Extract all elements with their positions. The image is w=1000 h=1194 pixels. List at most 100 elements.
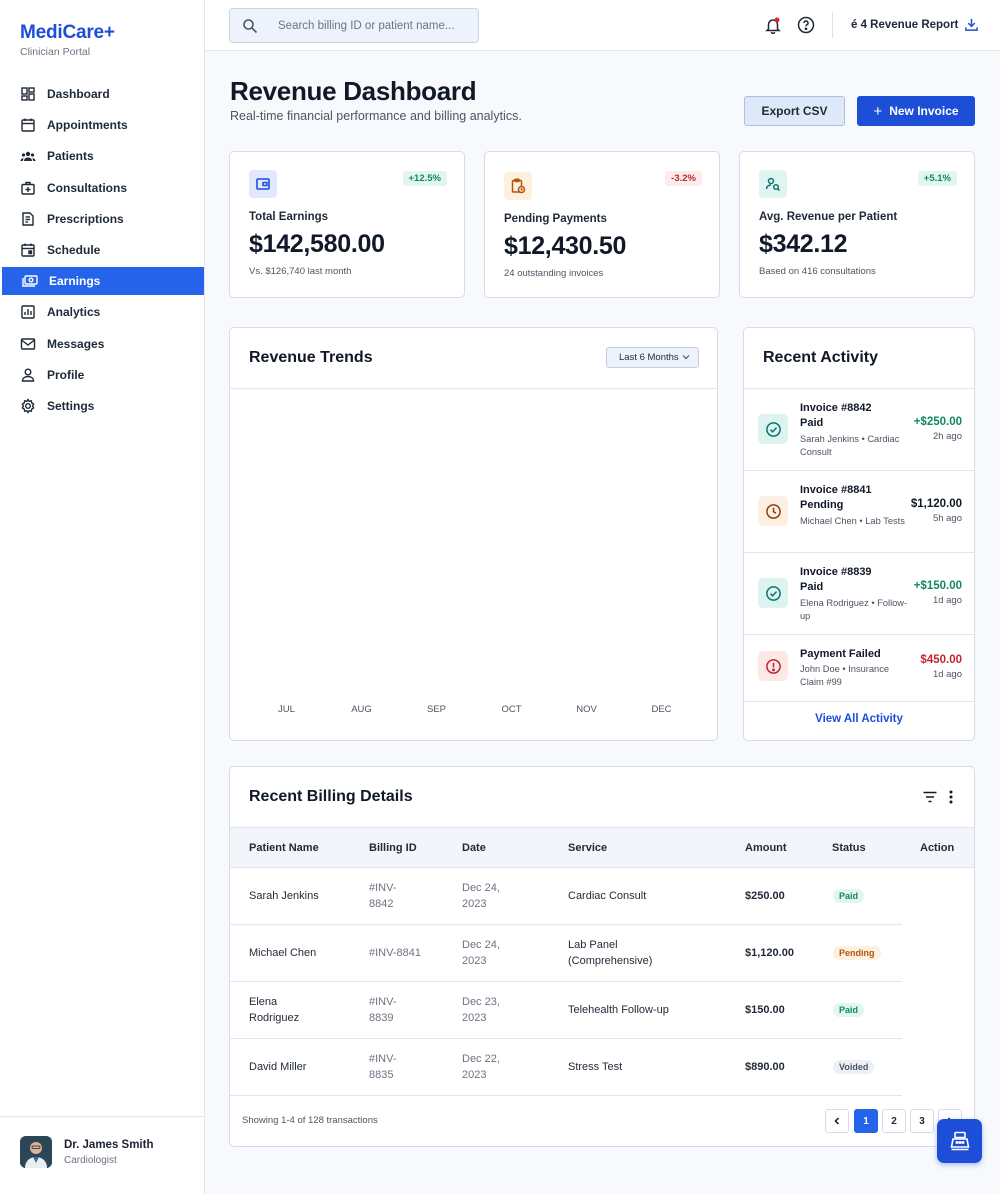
activity-item[interactable]: Invoice #8842 Paid Sarah Jenkins • Cardi… [744,389,974,471]
table-row[interactable]: Elena Rodriguez #INV-8839 Dec 23, 2023 T… [230,982,902,1039]
more-vertical-icon[interactable] [944,789,958,805]
column-header[interactable]: Amount [745,842,787,854]
activity-title: Payment Failed [800,648,881,660]
wallet-icon [256,178,270,190]
table-header: Patient Name Billing ID Date Service Amo… [230,827,974,868]
kpi-card-pending-payments: -3.2% Pending Payments $12,430.50 24 out… [484,151,720,298]
download-icon [965,18,979,31]
column-header[interactable]: Action [920,842,954,854]
kpi-value: $12,430.50 [504,232,627,260]
activity-time: 2h ago [932,431,962,442]
status-badge: Voided [833,1060,875,1074]
activity-item[interactable]: Invoice #8841 Pending Michael Chen • Lab… [744,471,974,553]
recent-activity-panel: Recent Activity Invoice #8842 Paid Sarah… [743,327,975,741]
chevron-down-icon [682,355,690,360]
sidebar-item-analytics[interactable]: Analytics [0,298,204,326]
schedule-icon [21,243,35,257]
sidebar-item-label: Settings [47,398,95,413]
prescription-icon [22,212,34,226]
new-invoice-label: New Invoice [889,104,959,118]
person-icon [21,368,35,382]
date-range-select[interactable]: Last 6 Months [606,347,699,368]
brand[interactable]: MediCare+ Clinician Portal [20,22,115,58]
activity-title: Invoice #8841 Pending [800,484,872,511]
pagination-page-1[interactable]: 1 [854,1109,878,1133]
activity-item[interactable]: Payment Failed John Doe • Insurance Clai… [744,635,974,702]
filter-icon[interactable] [922,789,938,805]
pagination-summary: Showing 1-4 of 128 transactions [242,1115,378,1126]
kpi-card-avg-revenue: +5.1% Avg. Revenue per Patient $342.12 B… [739,151,975,298]
export-csv-button[interactable]: Export CSV [744,96,845,126]
table-row[interactable]: Michael Chen #INV-8841 Dec 24, 2023 Lab … [230,925,902,982]
kpi-change-badge: -3.2% [665,171,702,186]
cell-date: Dec 24, 2023 [462,882,500,910]
pagination-page-2[interactable]: 2 [882,1109,906,1133]
revenue-report-label: é 4 Revenue Report [851,18,959,31]
revenue-trend-chart: JUL AUG SEP OCT NOV DEC [278,704,672,715]
activity-amount: $450.00 [920,654,962,666]
search-box[interactable] [229,8,479,43]
revenue-trends-panel: Revenue Trends Last 6 Months JUL AUG SEP OC… [229,327,718,741]
payments-icon [22,275,38,287]
table-row[interactable]: David Miller #INV-8835 Dec 22, 2023 Stre… [230,1039,902,1096]
pagination-prev-button[interactable] [825,1109,849,1133]
notification-bell-icon[interactable] [764,16,782,34]
kpi-value: $142,580.00 [249,230,385,258]
pagination-page-3[interactable]: 3 [910,1109,934,1133]
sidebar-item-profile[interactable]: Profile [0,361,204,389]
table-row[interactable]: Sarah Jenkins #INV-8842 Dec 24, 2023 Car… [230,868,902,925]
sidebar-item-dashboard[interactable]: Dashboard [0,80,204,108]
activity-meta: Sarah Jenkins • Cardiac Consult [800,434,900,457]
kpi-label: Avg. Revenue per Patient [759,211,898,223]
cell-amount: $1,120.00 [745,947,794,959]
toolbar-divider [832,12,833,38]
panel-title: Recent Activity [763,349,878,366]
cell-service: Stress Test [568,1061,623,1073]
user-card[interactable]: Dr. James Smith Cardiologist [0,1116,204,1194]
revenue-report-button[interactable]: é 4 Revenue Report [851,17,979,32]
cell-billing-id: #INV-8841 [369,947,421,959]
sidebar-item-label: Messages [47,336,105,351]
activity-time: 1d ago [932,669,962,680]
x-tick-label: OCT [501,704,521,715]
column-header[interactable]: Date [462,842,486,854]
activity-status-box [758,578,788,608]
cell-date: Dec 22, 2023 [462,1053,500,1081]
column-header[interactable]: Status [832,842,866,854]
sidebar-item-label: Schedule [47,242,101,257]
new-invoice-button[interactable]: + New Invoice [857,96,975,126]
cell-billing-id: #INV-8835 [369,1053,397,1081]
search-input[interactable] [278,19,468,32]
column-header[interactable]: Patient Name [249,842,319,854]
sidebar-item-schedule[interactable]: Schedule [0,236,204,264]
activity-item[interactable]: Invoice #8839 Paid Elena Rodriguez • Fol… [744,553,974,635]
page-title: Revenue Dashboard [230,76,477,106]
patients-icon [20,152,36,162]
column-header[interactable]: Billing ID [369,842,417,854]
sidebar-item-consultations[interactable]: Consultations [0,174,204,202]
top-bar: é 4 Revenue Report [205,0,1000,51]
x-tick-label: SEP [427,704,446,715]
cell-patient: Elena Rodriguez [249,996,300,1024]
floating-billing-button[interactable] [937,1119,982,1163]
calendar-icon [21,118,35,132]
sidebar-item-settings[interactable]: Settings [0,392,204,420]
kpi-card-total-earnings: +12.5% Total Earnings $142,580.00 Vs. $1… [229,151,465,298]
status-badge: Paid [833,1003,865,1017]
sidebar-item-appointments[interactable]: Appointments [0,111,204,139]
kpi-change-badge: +12.5% [402,171,447,186]
x-tick-label: AUG [351,704,372,715]
sidebar-item-earnings[interactable]: Earnings [2,267,204,296]
kpi-note: Based on 416 consultations [759,266,876,277]
sidebar-item-prescriptions[interactable]: Prescriptions [0,205,204,233]
column-header[interactable]: Service [568,842,607,854]
user-role: Cardiologist [64,1155,117,1166]
sidebar-item-patients[interactable]: Patients [0,142,204,170]
cell-patient: Sarah Jenkins [249,890,319,902]
activity-title: Invoice #8842 Paid [800,402,872,429]
view-all-activity-link[interactable]: View All Activity [744,713,974,725]
help-icon[interactable] [797,16,815,34]
panel-title: Revenue Trends [249,349,373,366]
sidebar-item-label: Prescriptions [47,211,124,226]
sidebar-item-messages[interactable]: Messages [0,330,204,358]
